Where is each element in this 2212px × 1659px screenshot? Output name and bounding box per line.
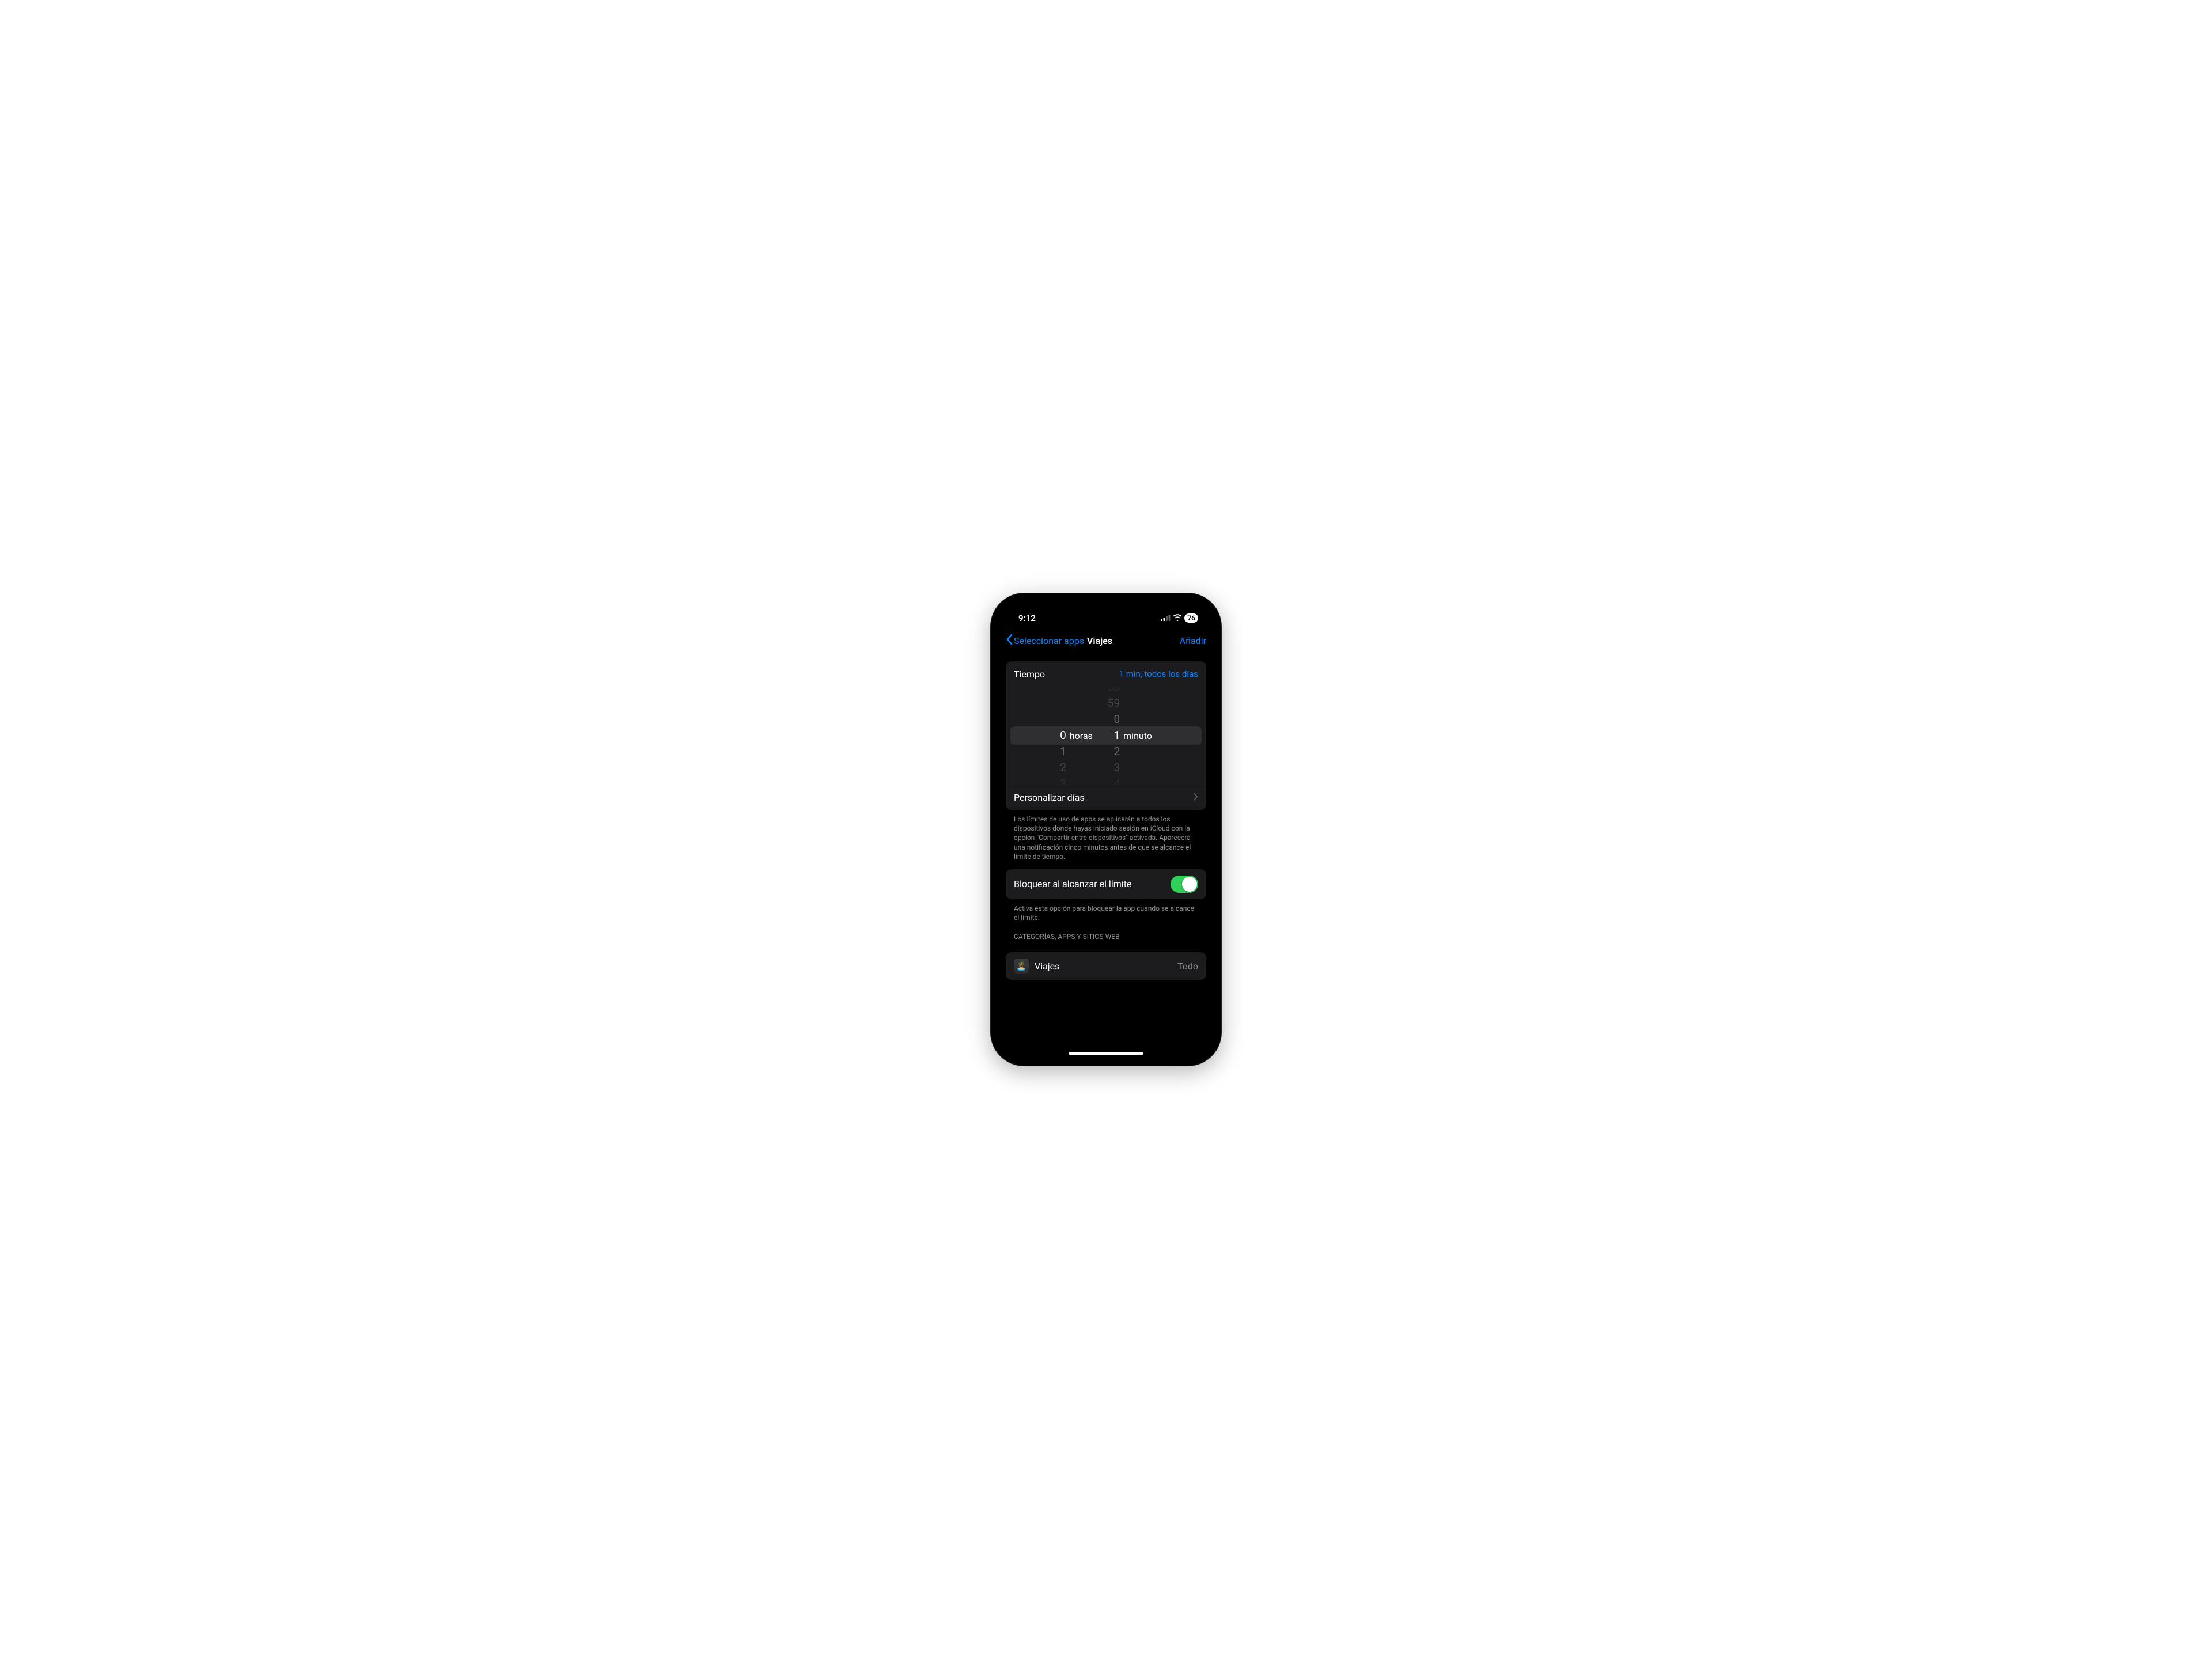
hours-selected: 0 (1060, 728, 1066, 744)
block-footer-text: Activa esta opción para bloquear la app … (1006, 899, 1206, 922)
home-indicator[interactable] (1069, 1052, 1143, 1055)
nav-bar: Seleccionar apps Viajes Añadir (998, 628, 1214, 653)
battery-level: 76 (1184, 613, 1198, 623)
toggle-knob (1182, 877, 1197, 892)
block-at-limit-row[interactable]: Bloquear al alcanzar el límite (1006, 869, 1206, 899)
time-section: Tiempo 1 min, todos los días 0 0 0 0 1 (1006, 661, 1206, 810)
wifi-icon (1173, 613, 1182, 623)
phone-frame: 9:12 76 Seleccionar apps Viajes (991, 593, 1221, 1066)
dynamic-island (1074, 606, 1138, 624)
hours-option: 3 (1060, 776, 1066, 785)
block-section: Bloquear al alcanzar el límite (1006, 869, 1206, 899)
category-label: Viajes (1035, 961, 1059, 972)
categories-header: CATEGORÍAS, APPS Y SITIOS WEB (1006, 922, 1206, 944)
minutes-option: 4 (1113, 776, 1120, 785)
category-value: Todo (1177, 961, 1198, 972)
cellular-icon (1161, 613, 1171, 623)
block-toggle[interactable] (1171, 876, 1198, 893)
hours-unit: horas (1070, 730, 1093, 741)
category-row[interactable]: 🏝️ Viajes Todo (1006, 952, 1206, 980)
travel-category-icon: 🏝️ (1014, 959, 1029, 974)
content-scroll[interactable]: Tiempo 1 min, todos los días 0 0 0 0 1 (998, 653, 1214, 1048)
minutes-option: 3 (1113, 760, 1120, 776)
back-button[interactable]: Seleccionar apps (1006, 634, 1084, 647)
minutes-option: 2 (1113, 744, 1120, 760)
minutes-option: 0 (1113, 711, 1120, 728)
status-time: 9:12 (1018, 613, 1036, 623)
chevron-left-icon (1006, 634, 1013, 647)
block-label: Bloquear al alcanzar el límite (1014, 878, 1131, 889)
hours-option: 1 (1060, 744, 1066, 760)
time-row[interactable]: Tiempo 1 min, todos los días (1006, 661, 1206, 687)
status-right: 76 (1161, 613, 1198, 623)
back-label: Seleccionar apps (1014, 635, 1084, 646)
hours-column[interactable]: 0 0 0 0 1 2 3 horas (1060, 687, 1093, 785)
screen: 9:12 76 Seleccionar apps Viajes (998, 600, 1214, 1059)
categories-section: 🏝️ Viajes Todo (1006, 952, 1206, 980)
customize-days-label: Personalizar días (1014, 792, 1085, 803)
minutes-unit: minuto (1123, 730, 1152, 741)
time-value: 1 min, todos los días (1119, 669, 1198, 679)
page-title: Viajes (1087, 635, 1112, 646)
limits-footer-text: Los límites de uso de apps se aplicarán … (1006, 810, 1206, 861)
minutes-column[interactable]: 58 59 0 1 2 3 4 minuto (1108, 687, 1152, 785)
hours-option: 2 (1060, 760, 1066, 776)
minutes-selected: 1 (1113, 728, 1120, 744)
time-picker[interactable]: 0 0 0 0 1 2 3 horas (1006, 687, 1206, 785)
customize-days-row[interactable]: Personalizar días (1006, 785, 1206, 810)
chevron-right-icon (1194, 792, 1198, 803)
minutes-option: 59 (1108, 695, 1120, 711)
add-button[interactable]: Añadir (1180, 635, 1206, 646)
time-label: Tiempo (1014, 669, 1045, 680)
minutes-option: 58 (1108, 687, 1120, 695)
